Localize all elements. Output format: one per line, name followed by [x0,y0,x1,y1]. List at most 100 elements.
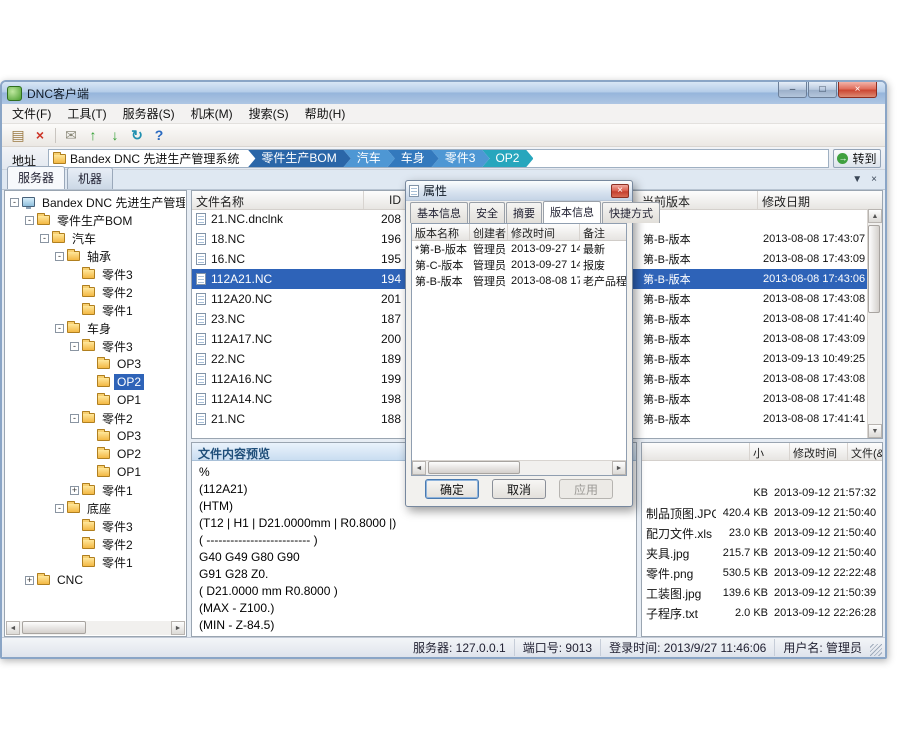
column-header-filename[interactable]: 文件名称 [192,191,364,209]
resize-grip[interactable] [870,644,882,656]
tree-item[interactable]: +CNC [6,571,185,589]
column-header-modify-time[interactable]: 修改时间 [508,224,580,240]
help-icon[interactable]: ? [148,125,170,145]
address-field[interactable]: Bandex DNC 先进生产管理系统 零件生产BOM汽车车身零件3OP2 [48,149,829,168]
column-header-version-name[interactable]: 版本名称 [412,224,470,240]
menu-item-0[interactable]: 文件(F) [4,103,59,124]
scroll-thumb[interactable] [428,461,520,474]
mail-icon[interactable]: ✉ [60,125,82,145]
tree-item[interactable]: 零件3 [6,265,185,283]
tree-item[interactable]: OP3 [6,355,185,373]
column-header-file[interactable]: 文件(& [848,443,882,460]
tree-item[interactable]: -轴承 [6,247,185,265]
upload-icon[interactable]: ↑ [82,125,104,145]
dialog-title-bar[interactable]: 属性 × [406,181,632,201]
column-header-attachment-name[interactable] [642,443,750,460]
scroll-right-icon[interactable]: ► [612,461,626,475]
close-panel-icon[interactable]: × [871,174,877,185]
column-header-note[interactable]: 备注 [580,224,626,240]
tree-item[interactable]: OP1 [6,391,185,409]
scroll-left-icon[interactable]: ◄ [412,461,426,475]
tree-item[interactable]: -零件3 [6,337,185,355]
expander-icon[interactable]: + [70,486,79,495]
dialog-tab-0[interactable]: 基本信息 [410,202,468,223]
attachment-row[interactable]: 夹具.jpg215.7 KB2013-09-12 21:50:40 [642,543,882,563]
tree-item[interactable]: -车身 [6,319,185,337]
column-header-date[interactable]: 修改日期 [758,191,882,209]
paste-icon[interactable]: ▤ [7,125,29,145]
expander-icon[interactable]: - [40,234,49,243]
expander-icon[interactable]: + [25,576,34,585]
scroll-right-icon[interactable]: ► [171,621,185,635]
menu-item-1[interactable]: 工具(T) [59,103,114,124]
scroll-left-icon[interactable]: ◄ [6,621,20,635]
go-button[interactable]: → 转到 [833,149,881,168]
expander-icon[interactable]: - [55,252,64,261]
column-header-modified-time[interactable]: 修改时间 [790,443,848,460]
column-header-size[interactable]: 小 [750,443,790,460]
version-row[interactable]: 第-B-版本管理员2013-08-08 17:..老产品程序 [412,273,626,289]
column-header-id[interactable]: ID [364,191,406,209]
tree-item[interactable]: OP1 [6,463,185,481]
menu-item-4[interactable]: 搜索(S) [241,103,297,124]
maximize-button[interactable]: □ [808,82,837,98]
attachment-row[interactable]: 工装图.jpg139.6 KB2013-09-12 21:50:39 [642,583,882,603]
tree-item[interactable]: -汽车 [6,229,185,247]
column-header-creator[interactable]: 创建者 [470,224,508,240]
dialog-close-icon[interactable]: × [611,184,629,198]
dialog-horizontal-scrollbar[interactable]: ◄ ► [412,460,626,475]
tree-item[interactable]: 零件2 [6,283,185,301]
tree-item[interactable]: 零件1 [6,553,185,571]
expander-icon[interactable]: - [70,342,79,351]
breadcrumb-segment-0[interactable]: 零件生产BOM [247,149,350,168]
title-bar[interactable]: DNC客户端 – □ × [2,82,885,104]
tree-item[interactable]: OP2 [6,373,185,391]
dialog-tab-2[interactable]: 摘要 [506,202,542,223]
expander-icon[interactable]: - [70,414,79,423]
dialog-tab-1[interactable]: 安全 [469,202,505,223]
attachment-row[interactable]: KB2013-09-12 21:57:32 [642,483,882,503]
expander-icon[interactable]: - [55,504,64,513]
ok-button[interactable]: 确定 [425,479,479,499]
scroll-thumb[interactable] [22,621,86,634]
breadcrumb-segment-3[interactable]: 零件3 [431,149,490,168]
tree-item[interactable]: OP2 [6,445,185,463]
tree-item[interactable]: -底座 [6,499,185,517]
tree-item[interactable]: 零件2 [6,535,185,553]
menu-item-2[interactable]: 服务器(S) [115,103,183,124]
dialog-tab-4[interactable]: 快捷方式 [602,202,660,223]
menu-item-3[interactable]: 机床(M) [183,103,241,124]
version-row[interactable]: *第-B-版本管理员2013-09-27 14:..最新 [412,241,626,257]
attachment-row[interactable]: 配刀文件.xls23.0 KB2013-09-12 21:50:40 [642,523,882,543]
scroll-thumb[interactable] [868,225,880,313]
file-list-scrollbar[interactable]: ▲ ▼ [867,209,882,438]
expander-icon[interactable]: - [10,198,19,207]
tree-item[interactable]: -零件2 [6,409,185,427]
scroll-track[interactable] [868,223,882,424]
scroll-track[interactable] [426,461,612,475]
download-icon[interactable]: ↓ [104,125,126,145]
expander-icon[interactable]: - [25,216,34,225]
expander-icon[interactable]: - [55,324,64,333]
scroll-down-icon[interactable]: ▼ [868,424,882,438]
delete-icon[interactable]: × [29,125,51,145]
dialog-tab-3[interactable]: 版本信息 [543,201,601,223]
attachment-row[interactable]: 制品顶图.JPG420.4 KB2013-09-12 21:50:40 [642,503,882,523]
minimize-button[interactable]: – [778,82,807,98]
tree-item[interactable]: OP3 [6,427,185,445]
chevron-down-icon[interactable]: ▼ [852,174,862,185]
attachment-row[interactable]: 零件.png530.5 KB2013-09-12 22:22:48 [642,563,882,583]
close-button[interactable]: × [838,82,877,98]
tree-item[interactable]: 零件1 [6,301,185,319]
scroll-track[interactable] [20,621,171,635]
scroll-up-icon[interactable]: ▲ [868,209,882,223]
tab-0[interactable]: 服务器 [7,166,65,189]
attachment-row[interactable]: 子程序.txt2.0 KB2013-09-12 22:26:28 [642,603,882,623]
version-row[interactable]: 第-C-版本管理员2013-09-27 14:..报废 [412,257,626,273]
cancel-button[interactable]: 取消 [492,479,546,499]
tree-item[interactable]: -Bandex DNC 先进生产管理系统 [6,193,185,211]
tree-horizontal-scrollbar[interactable]: ◄ ► [6,621,185,635]
tree-item[interactable]: -零件生产BOM [6,211,185,229]
tree-item[interactable]: +零件1 [6,481,185,499]
menu-item-5[interactable]: 帮助(H) [297,103,354,124]
